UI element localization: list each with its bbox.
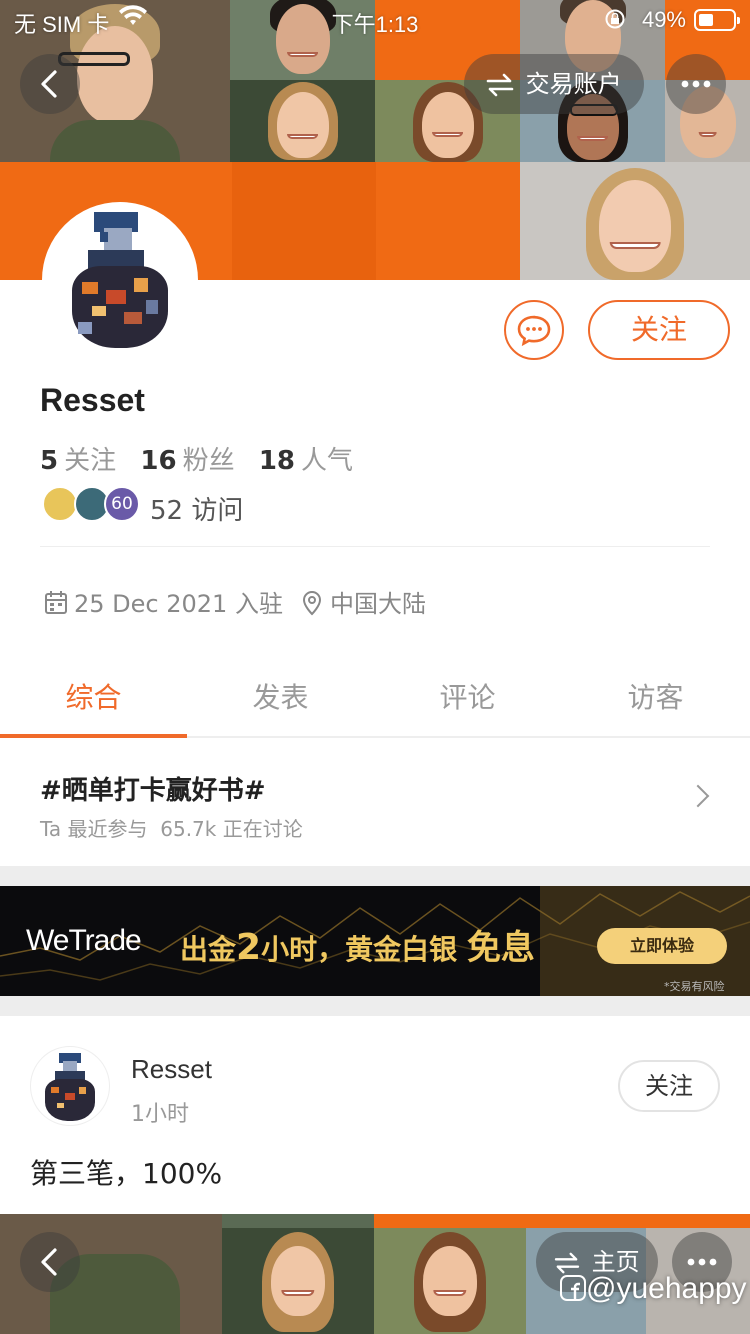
- ad-disclaimer: *交易有风险: [664, 980, 725, 993]
- post-author-avatar[interactable]: [30, 1046, 110, 1126]
- post-follow-button[interactable]: 关注: [618, 1060, 720, 1112]
- switch-account-label: 交易账户: [525, 70, 622, 98]
- cover-photo-8: [520, 162, 750, 280]
- topic-participation: Ta 最近参与: [40, 817, 148, 841]
- location-text: 中国大陆: [330, 590, 426, 618]
- following-label[interactable]: 关注: [64, 446, 116, 476]
- ad-brand: WeTrade: [26, 924, 142, 958]
- popularity-count: 18: [258, 446, 296, 476]
- battery-icon: [694, 9, 740, 31]
- back-chevron-icon: [41, 1248, 57, 1276]
- calendar-icon: [45, 591, 67, 614]
- chat-bubble-icon: [517, 315, 551, 347]
- section-gap: [0, 996, 750, 1016]
- watermark-text: @yuehappy: [586, 1272, 747, 1305]
- ad-banner[interactable]: WeTrade 出金2小时，黄金白银 免息 立即体验 *交易有风险: [0, 886, 750, 996]
- message-button[interactable]: [504, 300, 564, 360]
- followers-count: 16: [140, 446, 177, 476]
- status-bar: 无 SIM 卡 下午1:13 49%: [0, 0, 750, 40]
- join-date: 25 Dec 2021 入驻: [44, 584, 283, 619]
- location-pin-icon: [302, 590, 322, 616]
- following-count: 5: [40, 446, 59, 476]
- tab-posts[interactable]: 发表: [187, 676, 374, 716]
- switch-account-button[interactable]: 交易账户: [464, 54, 644, 114]
- profile-screen: 无 SIM 卡 下午1:13 49% 交易账户 关注 Resset 5 关注 1…: [0, 0, 750, 1334]
- back-chevron-icon: [41, 70, 57, 98]
- join-date-text: 25 Dec 2021 入驻: [74, 590, 283, 618]
- ad-brand-text: WeTrade: [26, 924, 142, 957]
- visitor-count-badge: 60: [104, 486, 140, 522]
- topic-discussing: 65.7k 正在讨论: [160, 817, 303, 841]
- back-button[interactable]: [20, 54, 80, 114]
- battery-percent: 49%: [641, 7, 686, 32]
- followers-label[interactable]: 粉丝: [183, 446, 235, 476]
- tab-comments[interactable]: 评论: [374, 676, 561, 716]
- ad-headline-strong: 免息: [466, 928, 535, 968]
- watermark: @yuehappy: [560, 1272, 747, 1306]
- tab-visitors[interactable]: 访客: [562, 676, 749, 716]
- more-dots-icon: [681, 80, 711, 88]
- chevron-right-icon[interactable]: [686, 784, 710, 808]
- cover-photo-4b: [222, 1228, 374, 1334]
- location: 中国大陆: [302, 584, 426, 619]
- profile-avatar[interactable]: [42, 202, 198, 358]
- ad-headline-number: 2: [236, 927, 262, 968]
- post-text[interactable]: 第三笔，100%: [30, 1152, 222, 1192]
- tab-overview[interactable]: 综合: [0, 676, 187, 716]
- swap-arrows-icon: [486, 73, 514, 97]
- cover-photo-4: [230, 80, 375, 162]
- cover-photo-5b: [374, 1228, 526, 1334]
- rotation-lock-icon: [604, 8, 626, 36]
- swap-arrows-icon: [554, 1252, 580, 1274]
- clock-text: 下午1:13: [331, 12, 419, 37]
- ad-headline-prefix: 出金: [180, 933, 237, 966]
- more-button[interactable]: [666, 54, 726, 114]
- ad-headline: 出金2小时，黄金白银 免息: [180, 920, 535, 969]
- active-tab-indicator: [0, 734, 187, 738]
- divider: [40, 546, 710, 547]
- social-logo-icon: [560, 1275, 586, 1301]
- follow-button[interactable]: 关注: [588, 300, 730, 360]
- profile-username: Resset: [40, 382, 145, 418]
- topic-title: #晒单打卡赢好书#: [40, 776, 266, 806]
- topic-row[interactable]: #晒单打卡赢好书# Ta 最近参与 65.7k 正在讨论: [40, 770, 303, 842]
- profile-tabs: 综合 发表 评论 访客: [0, 660, 750, 738]
- section-gap: [0, 866, 750, 886]
- popularity-label: 人气: [301, 446, 354, 476]
- cover-strip: [222, 1214, 374, 1228]
- ad-headline-middle: 小时，黄金白银: [261, 933, 458, 966]
- topic-subtitle: Ta 最近参与 65.7k 正在讨论: [40, 813, 303, 842]
- back-button-overlay[interactable]: [20, 1232, 80, 1292]
- ad-cta-button[interactable]: 立即体验: [597, 928, 727, 964]
- post-time: 1小时: [131, 1102, 189, 1127]
- profile-stats: 5 关注 16 粉丝 18 人气: [40, 440, 369, 477]
- visitor-avatar: [42, 486, 78, 522]
- post-author-name[interactable]: Resset: [131, 1054, 212, 1085]
- visit-count: 52 访问: [150, 496, 244, 526]
